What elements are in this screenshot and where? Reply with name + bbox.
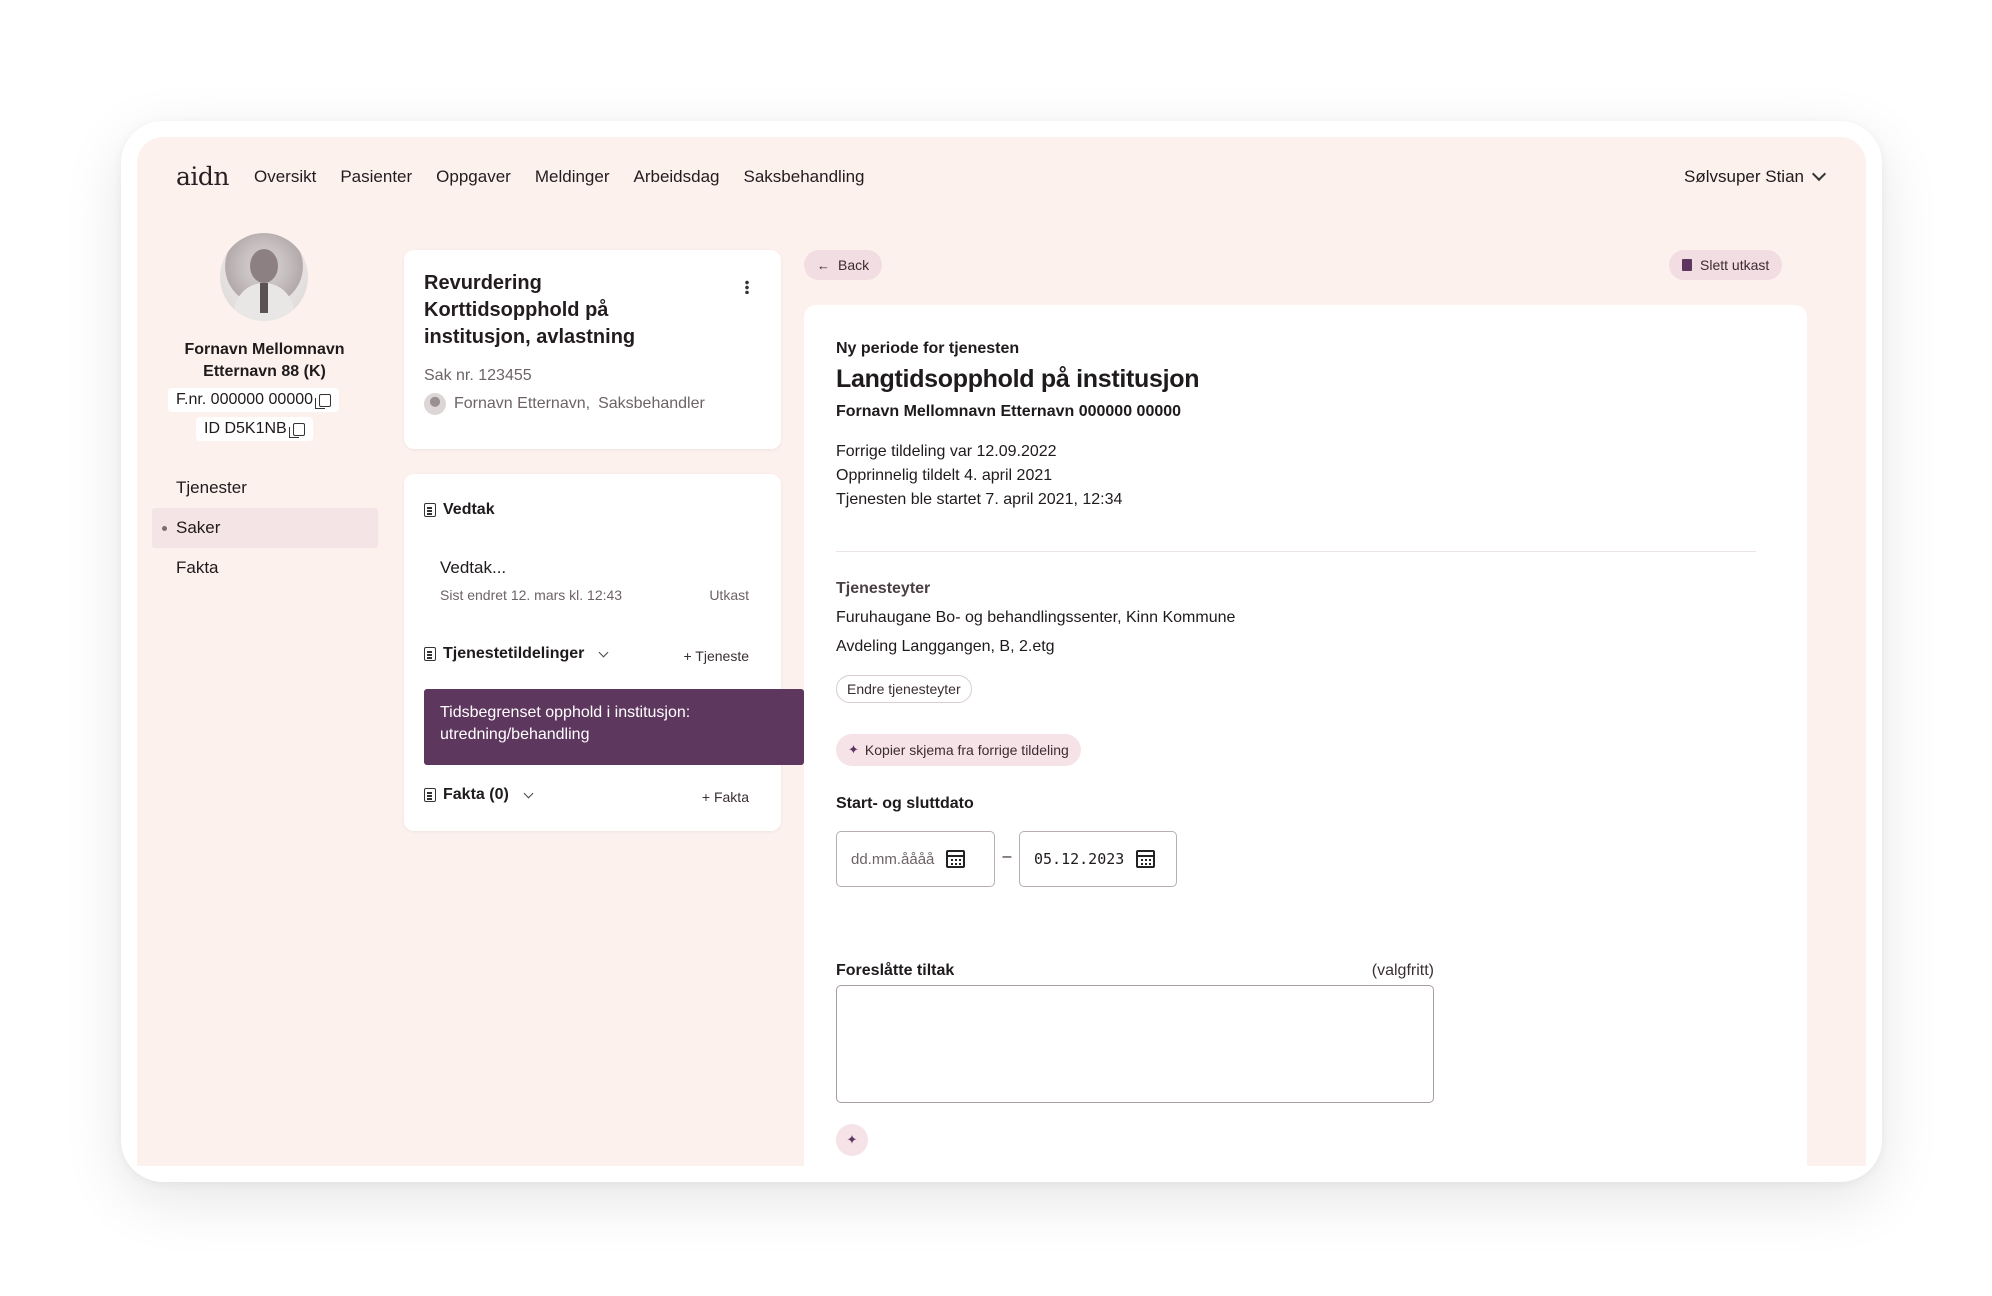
case-card: Revurdering Korttidsopphold på institusj… — [404, 250, 781, 449]
copy-icon[interactable] — [315, 393, 332, 409]
vedtak-heading: Vedtak — [424, 501, 495, 519]
sidebar-item-tjenester[interactable]: Tjenester — [152, 468, 378, 508]
history-line: Tjenesten ble startet 7. april 2021, 12:… — [836, 491, 1123, 508]
history-line: Opprinnelig tildelt 4. april 2021 — [836, 467, 1053, 484]
vedtak-heading-label: Vedtak — [443, 501, 495, 518]
copy-icon[interactable] — [288, 422, 305, 438]
provider-unit: Avdeling Langgangen, B, 2.etg — [836, 638, 1055, 655]
divider — [836, 551, 1756, 552]
sparkle-icon: ✦ — [846, 1132, 858, 1147]
document-icon — [424, 647, 436, 661]
end-date-input[interactable]: 05.12.2023 — [1034, 850, 1124, 868]
facts-heading[interactable]: Fakta (0) — [424, 786, 534, 804]
fnr-chip[interactable]: F.nr. 000000 00000 — [168, 388, 340, 412]
optional-label: (valgfritt) — [1371, 962, 1434, 979]
app-screen: aidn Oversikt Pasienter Oppgaver Melding… — [137, 137, 1866, 1166]
back-label: Back — [838, 257, 870, 273]
add-service-button[interactable]: + Tjeneste — [683, 648, 749, 664]
chevron-down-icon — [1811, 166, 1827, 182]
copy-form-label: Kopier skjema fra forrige tildeling — [864, 742, 1069, 758]
handler-name: Fornavn Etternavn, — [454, 395, 591, 412]
app-logo[interactable]: aidn — [176, 162, 230, 191]
sidebar-item-fakta[interactable]: Fakta — [152, 548, 378, 588]
id-value: ID D5K1NB — [204, 420, 287, 437]
services-heading-label: Tjenestetildelinger — [443, 645, 585, 662]
trash-icon — [1682, 259, 1692, 271]
user-menu[interactable]: Sølvsuper Stian — [1684, 166, 1827, 187]
copy-form-button[interactable]: ✦ Kopier skjema fra forrige tildeling — [836, 734, 1081, 766]
services-heading[interactable]: Tjenestetildelinger — [424, 645, 609, 663]
detail-eyebrow: Ny periode for tjenesten — [836, 340, 1020, 357]
nav-item-meldinger[interactable]: Meldinger — [535, 167, 610, 187]
measures-textarea[interactable] — [836, 985, 1434, 1103]
vedtak-item-title[interactable]: Vedtak... — [440, 558, 506, 578]
service-item[interactable]: Tidsbegrenset opphold i institusjon: utr… — [424, 689, 804, 765]
calendar-icon[interactable] — [1136, 850, 1156, 868]
fnr-value: F.nr. 000000 00000 — [176, 391, 314, 408]
detail-patient-line: Fornavn Mellomnavn Etternavn 000000 0000… — [836, 403, 1182, 420]
more-options-icon[interactable] — [745, 280, 749, 294]
document-icon — [424, 503, 436, 517]
delete-draft-label: Slett utkast — [1700, 257, 1770, 273]
patient-avatar — [220, 233, 308, 321]
ai-assist-button[interactable]: ✦ — [836, 1124, 868, 1156]
measures-label: Foreslåtte tiltak — [836, 962, 955, 979]
provider-name: Furuhaugane Bo- og behandlingssenter, Ki… — [836, 609, 1236, 626]
case-title: Revurdering Korttidsopphold på institusj… — [424, 272, 636, 348]
sidebar-item-saker[interactable]: Saker — [152, 508, 378, 548]
handler-avatar — [424, 393, 446, 415]
vedtak-card: Vedtak Vedtak... Sist endret 12. mars kl… — [404, 474, 804, 831]
user-name: Sølvsuper Stian — [1684, 167, 1804, 186]
nav-item-oversikt[interactable]: Oversikt — [254, 167, 316, 187]
chevron-down-icon — [598, 647, 609, 657]
nav-item-arbeidsdag[interactable]: Arbeidsdag — [634, 167, 720, 187]
patient-name: Fornavn Mellomnavn Etternavn 88 (K) — [184, 341, 345, 380]
main-nav: Oversikt Pasienter Oppgaver Meldinger Ar… — [254, 167, 865, 187]
case-handler: Fornavn Etternavn, Saksbehandler — [424, 393, 705, 415]
start-date-input[interactable]: dd.mm.åååå — [851, 851, 934, 868]
nav-item-pasienter[interactable]: Pasienter — [340, 167, 412, 187]
handler-role: Saksbehandler — [598, 395, 705, 412]
document-icon — [424, 788, 436, 802]
add-fact-button[interactable]: + Fakta — [702, 789, 749, 805]
id-chip[interactable]: ID D5K1NB — [196, 417, 313, 441]
dates-label: Start- og sluttdato — [836, 795, 974, 812]
facts-heading-label: Fakta (0) — [443, 786, 509, 803]
vedtak-item-meta: Sist endret 12. mars kl. 12:43 — [440, 587, 623, 603]
arrow-left-icon: ← — [817, 257, 830, 273]
vedtak-status-badge: Utkast — [709, 587, 749, 603]
sparkle-icon: ✦ — [848, 742, 859, 757]
provider-label: Tjenesteyter — [836, 580, 931, 597]
date-separator: – — [1002, 848, 1012, 865]
delete-draft-button[interactable]: Slett utkast — [1669, 250, 1783, 280]
end-date-field[interactable]: 05.12.2023 — [1019, 831, 1177, 887]
history-line: Forrige tildeling var 12.09.2022 — [836, 443, 1057, 460]
change-provider-button[interactable]: Endre tjenesteyter — [836, 675, 972, 703]
detail-title: Langtidsopphold på institusjon — [836, 365, 1200, 393]
start-date-field[interactable]: dd.mm.åååå — [836, 831, 995, 887]
service-detail-card: Ny periode for tjenesten Langtidsopphold… — [804, 305, 1807, 1166]
nav-item-oppgaver[interactable]: Oppgaver — [436, 167, 511, 187]
chevron-down-icon — [523, 788, 534, 798]
case-number: Sak nr. 123455 — [424, 367, 532, 384]
nav-item-saksbehandling[interactable]: Saksbehandling — [744, 167, 865, 187]
calendar-icon[interactable] — [946, 850, 966, 868]
back-button[interactable]: ← Back — [804, 250, 883, 280]
